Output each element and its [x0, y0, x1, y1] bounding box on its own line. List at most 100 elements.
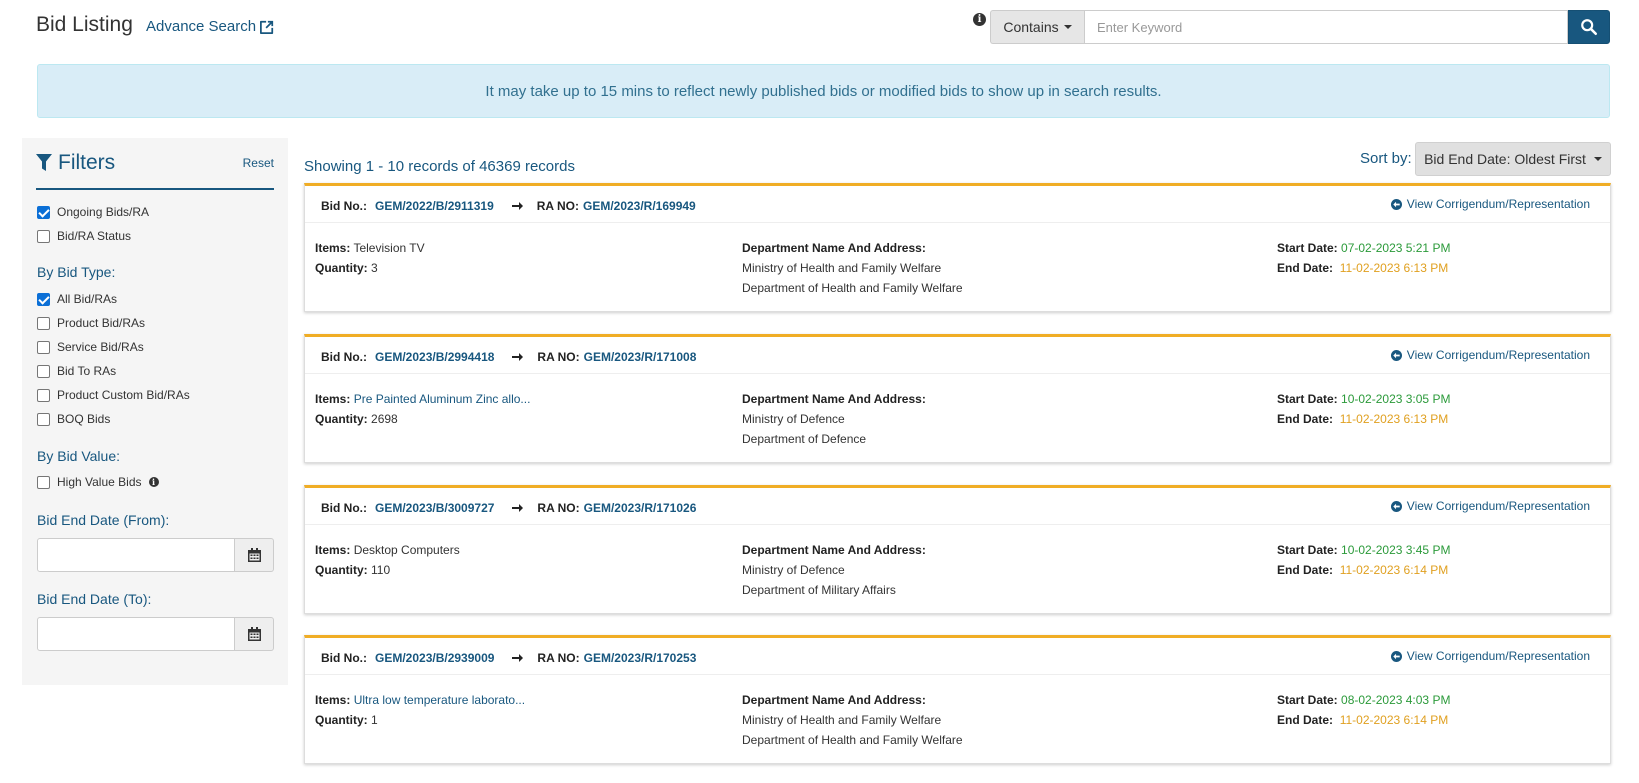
ra-no-label: RA NO: — [536, 199, 579, 213]
quantity-label: Quantity: — [315, 412, 368, 426]
start-date-value: 10-02-2023 3:05 PM — [1341, 392, 1451, 406]
department-name: Department of Defence — [742, 432, 867, 446]
calendar-icon — [247, 627, 261, 641]
bid-card-header: Bid No.: GEM/2023/B/3009727 RA NO: GEM/2… — [305, 488, 1610, 525]
end-date-to-input[interactable] — [37, 617, 235, 651]
start-date-field: Start Date: 10-02-2023 3:45 PM — [1277, 543, 1450, 557]
filter-all-bid-ras[interactable]: All Bid/RAs — [37, 292, 117, 306]
bid-number-link[interactable]: GEM/2023/B/3009727 — [375, 501, 494, 515]
ra-number-link[interactable]: GEM/2023/R/169949 — [583, 199, 696, 213]
bid-number-line: Bid No.: GEM/2023/B/2994418 RA NO: GEM/2… — [321, 350, 696, 364]
checkbox-bid-ra-status[interactable] — [37, 229, 50, 243]
start-date-label: Start Date: — [1277, 543, 1338, 557]
quantity-label: Quantity: — [315, 563, 368, 577]
items-value: Television TV — [353, 241, 425, 255]
checkbox-service-bid-ras[interactable] — [37, 340, 50, 354]
end-date-to-group — [37, 617, 274, 651]
start-date-label: Start Date: — [1277, 693, 1338, 707]
view-corrigendum-link[interactable]: View Corrigendum/Representation — [1390, 499, 1590, 513]
end-date-value: 11-02-2023 6:14 PM — [1339, 563, 1449, 577]
info-alert: It may take up to 15 mins to reflect new… — [37, 64, 1610, 118]
arrow-right-icon — [512, 503, 524, 513]
bid-no-label: Bid No.: — [321, 199, 367, 213]
filter-bid-ra-status[interactable]: Bid/RA Status — [37, 229, 131, 243]
filter-label: BOQ Bids — [57, 412, 111, 426]
quantity-field: Quantity: 2698 — [315, 412, 398, 426]
end-date-field: End Date: 11-02-2023 6:13 PM — [1277, 261, 1448, 275]
checkbox-product-custom-bid-ras[interactable] — [37, 388, 50, 402]
end-date-field: End Date: 11-02-2023 6:13 PM — [1277, 412, 1448, 426]
bid-number-line: Bid No.: GEM/2023/B/2939009 RA NO: GEM/2… — [321, 651, 696, 665]
items-field: Items: Desktop Computers — [315, 543, 460, 557]
search-button[interactable] — [1568, 10, 1610, 44]
bid-no-label: Bid No.: — [321, 501, 367, 515]
advance-search-link[interactable]: Advance Search — [146, 18, 274, 35]
contains-label: Contains — [1003, 19, 1059, 35]
view-corrigendum-link[interactable]: View Corrigendum/Representation — [1390, 348, 1590, 362]
end-date-to-label: Bid End Date (To): — [37, 591, 152, 607]
checkbox-ongoing-bids[interactable] — [37, 205, 50, 219]
ra-number-link[interactable]: GEM/2023/R/171026 — [584, 501, 697, 515]
end-date-from-calendar-button[interactable] — [235, 538, 274, 572]
items-link[interactable]: Ultra low temperature laborato... — [354, 693, 525, 707]
checkbox-high-value-bids[interactable] — [37, 475, 50, 489]
bid-number-link[interactable]: GEM/2023/B/2994418 — [375, 350, 494, 364]
start-date-field: Start Date: 10-02-2023 3:05 PM — [1277, 392, 1450, 406]
caret-down-icon — [1593, 157, 1602, 161]
ministry-name: Ministry of Health and Family Welfare — [742, 713, 942, 727]
view-corrigendum-link[interactable]: View Corrigendum/Representation — [1390, 649, 1590, 663]
filter-product-custom-bid-ras[interactable]: Product Custom Bid/RAs — [37, 388, 190, 402]
items-label: Items: — [315, 241, 351, 255]
end-date-to-calendar-button[interactable] — [235, 617, 274, 651]
checkbox-bid-to-ras[interactable] — [37, 364, 50, 378]
items-link[interactable]: Pre Painted Aluminum Zinc allo... — [354, 392, 531, 406]
ra-number-link[interactable]: GEM/2023/R/170253 — [584, 651, 697, 665]
department-label: Department Name And Address: — [742, 693, 926, 707]
items-label: Items: — [315, 392, 351, 406]
items-label: Items: — [315, 543, 351, 557]
filter-label: Bid To RAs — [57, 364, 117, 378]
quantity-label: Quantity: — [315, 261, 368, 275]
end-date-label: End Date: — [1277, 563, 1334, 577]
filter-service-bid-ras[interactable]: Service Bid/RAs — [37, 340, 144, 354]
bid-no-label: Bid No.: — [321, 651, 367, 665]
quantity-field: Quantity: 1 — [315, 713, 378, 727]
items-field: Items: Pre Painted Aluminum Zinc allo... — [315, 392, 530, 406]
checkbox-product-bid-ras[interactable] — [37, 316, 50, 330]
filter-boq-bids[interactable]: BOQ Bids — [37, 412, 110, 426]
circle-arrow-left-icon — [1390, 500, 1402, 512]
view-corrigendum-link[interactable]: View Corrigendum/Representation — [1390, 197, 1590, 211]
department-heading: Department Name And Address: — [742, 543, 926, 557]
by-bid-value-heading: By Bid Value: — [37, 448, 121, 464]
filter-high-value-bids[interactable]: High Value Bids i — [37, 475, 159, 489]
top-bar: Bid Listing Advance Search i Contains — [0, 0, 1639, 55]
keyword-search-group: Contains — [990, 10, 1610, 44]
reset-filters-link[interactable]: Reset — [243, 156, 274, 188]
bid-card: Bid No.: GEM/2023/B/2939009 RA NO: GEM/2… — [304, 635, 1611, 764]
items-label: Items: — [315, 693, 351, 707]
start-date-field: Start Date: 07-02-2023 5:21 PM — [1277, 241, 1450, 255]
ra-number-link[interactable]: GEM/2023/R/171008 — [584, 350, 697, 364]
bid-number-link[interactable]: GEM/2022/B/2911319 — [375, 199, 494, 213]
bid-card: Bid No.: GEM/2023/B/2994418 RA NO: GEM/2… — [304, 334, 1611, 463]
info-icon[interactable]: i — [148, 477, 159, 487]
end-date-label: End Date: — [1277, 713, 1334, 727]
sort-dropdown[interactable]: Bid End Date: Oldest First — [1415, 142, 1611, 176]
bid-number-link[interactable]: GEM/2023/B/2939009 — [375, 651, 494, 665]
calendar-icon — [247, 548, 261, 562]
bid-no-label: Bid No.: — [321, 350, 367, 364]
arrow-right-icon — [512, 352, 524, 362]
keyword-search-input[interactable] — [1084, 10, 1568, 44]
checkbox-all-bid-ras[interactable] — [37, 292, 50, 306]
info-icon[interactable]: i — [973, 13, 986, 26]
end-date-from-input[interactable] — [37, 538, 235, 572]
start-date-value: 07-02-2023 5:21 PM — [1341, 241, 1451, 255]
filter-bid-to-ras[interactable]: Bid To RAs — [37, 364, 116, 378]
bid-card-header: Bid No.: GEM/2023/B/2994418 RA NO: GEM/2… — [305, 337, 1610, 374]
checkbox-boq-bids[interactable] — [37, 412, 50, 426]
filter-product-bid-ras[interactable]: Product Bid/RAs — [37, 316, 145, 330]
end-date-field: End Date: 11-02-2023 6:14 PM — [1277, 563, 1448, 577]
contains-dropdown[interactable]: Contains — [990, 10, 1084, 44]
filter-ongoing-bids[interactable]: Ongoing Bids/RA — [37, 205, 149, 219]
ra-no-label: RA NO: — [537, 501, 580, 515]
